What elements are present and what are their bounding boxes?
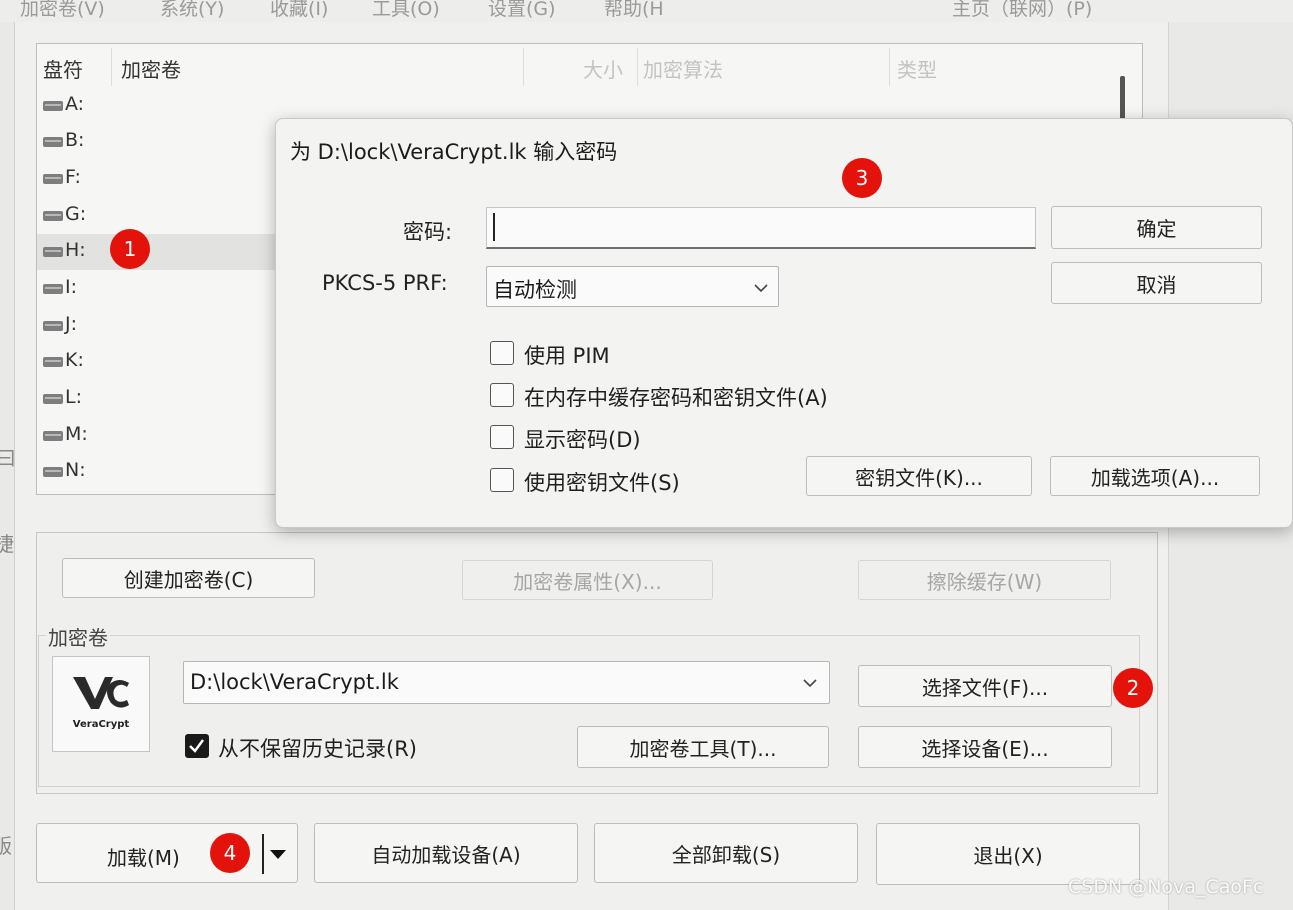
drive-icon [43, 247, 63, 257]
drive-letter: F: [65, 166, 81, 188]
split-button-divider [262, 834, 264, 874]
drive-letter: K: [65, 349, 84, 371]
volume-path-combobox[interactable]: D:\lock\VeraCrypt.lk [183, 661, 830, 704]
drive-letter: L: [65, 386, 82, 408]
scrollbar-thumb[interactable] [1120, 76, 1125, 120]
dialog-title: 为 D:\lock\VeraCrypt.lk 输入密码 [290, 140, 618, 164]
keyfiles-button[interactable]: 密钥文件(K)... [806, 456, 1032, 496]
drive-icon [43, 101, 63, 111]
password-label: 密码: [403, 220, 453, 244]
mount-button-label: 加载(M) [107, 846, 180, 870]
drive-letter: N: [65, 459, 86, 481]
step-badge: 1 [110, 229, 150, 269]
step-badge: 3 [842, 158, 882, 198]
step-badge: 2 [1113, 668, 1153, 708]
menu-settings[interactable]: 设置(G) [488, 0, 556, 21]
column-header-size[interactable]: 大小 [583, 54, 623, 83]
chevron-down-icon[interactable] [802, 678, 818, 688]
volume-path-value: D:\lock\VeraCrypt.lk [190, 670, 399, 694]
drive-icon [43, 284, 63, 294]
veracrypt-logo-icon [73, 677, 129, 709]
veracrypt-logo: VeraCrypt [52, 656, 150, 752]
drive-icon [43, 321, 63, 331]
use-pim-label[interactable]: 使用 PIM [524, 340, 610, 370]
create-volume-button[interactable]: 创建加密卷(C) [62, 558, 315, 598]
dismount-all-button[interactable]: 全部卸载(S) [594, 823, 858, 883]
wipe-cache-button[interactable]: 擦除缓存(W) [858, 560, 1111, 600]
menu-system[interactable]: 系统(Y) [160, 0, 224, 21]
column-header-volume[interactable]: 加密卷 [121, 54, 181, 83]
never-save-history-checkbox[interactable] [185, 734, 209, 758]
drive-letter: M: [65, 423, 88, 445]
mount-options-button[interactable]: 加载选项(A)... [1050, 456, 1260, 496]
dropdown-arrow-icon[interactable] [270, 850, 286, 859]
use-pim-checkbox[interactable] [490, 341, 514, 365]
drive-icon [43, 211, 63, 221]
drive-icon [43, 394, 63, 404]
auto-mount-devices-button[interactable]: 自动加载设备(A) [314, 823, 578, 883]
check-icon [189, 739, 205, 753]
column-separator [637, 48, 638, 86]
ok-button[interactable]: 确定 [1051, 206, 1262, 249]
watermark: CSDN @Nova_CaoFc [1068, 876, 1264, 898]
show-password-checkbox[interactable] [490, 425, 514, 449]
cancel-button[interactable]: 取消 [1051, 262, 1262, 304]
password-input[interactable] [486, 207, 1036, 249]
never-save-history-label[interactable]: 从不保留历史记录(R) [218, 733, 417, 763]
column-separator [111, 48, 112, 86]
volume-group-title: 加密卷 [46, 622, 110, 651]
menu-volumes[interactable]: 加密卷(V) [20, 0, 105, 21]
drive-icon [43, 357, 63, 367]
chevron-down-icon[interactable] [753, 283, 769, 293]
drive-icon [43, 467, 63, 477]
prf-select[interactable]: 自动检测 [486, 266, 779, 307]
menu-help[interactable]: 帮助(H [604, 0, 664, 21]
drive-letter: H: [65, 239, 86, 261]
mount-button[interactable]: 加载(M) [36, 823, 298, 883]
show-password-label[interactable]: 显示密码(D) [524, 424, 641, 454]
drive-icon [43, 174, 63, 184]
veracrypt-logo-text: VeraCrypt [72, 719, 130, 730]
edge-fragment: 捷 [0, 532, 14, 556]
menu-homepage[interactable]: 主页（联网）(P) [952, 0, 1092, 21]
select-device-button[interactable]: 选择设备(E)... [858, 726, 1112, 768]
menu-tools[interactable]: 工具(O) [372, 0, 440, 21]
cache-password-checkbox[interactable] [490, 383, 514, 407]
drive-icon [43, 431, 63, 441]
text-caret [493, 213, 495, 241]
drive-icon [43, 137, 63, 147]
volume-tools-button[interactable]: 加密卷工具(T)... [577, 726, 829, 768]
use-keyfiles-label[interactable]: 使用密钥文件(S) [524, 467, 680, 497]
column-header-algorithm[interactable]: 加密算法 [643, 54, 723, 83]
prf-value: 自动检测 [493, 278, 577, 302]
step-badge: 4 [210, 833, 250, 873]
menu-bar: 加密卷(V) 系统(Y) 收藏(I) 工具(O) 设置(G) 帮助(H 主页（联… [0, 0, 1293, 22]
drive-letter: J: [65, 313, 78, 335]
column-header-drive[interactable]: 盘符 [43, 54, 83, 83]
drive-letter: A: [65, 93, 85, 115]
drive-letter: I: [65, 276, 78, 298]
volume-properties-button[interactable]: 加密卷属性(X)... [462, 560, 713, 600]
column-separator [889, 48, 890, 86]
use-keyfiles-checkbox[interactable] [490, 468, 514, 492]
cache-password-label[interactable]: 在内存中缓存密码和密钥文件(A) [524, 382, 828, 412]
menu-favorites[interactable]: 收藏(I) [270, 0, 328, 21]
edge-fragment: 贩 [0, 834, 12, 858]
column-separator [523, 48, 524, 86]
prf-label: PKCS-5 PRF: [322, 271, 448, 295]
drive-letter: B: [65, 129, 85, 151]
select-file-button[interactable]: 选择文件(F)... [858, 665, 1112, 707]
drive-letter: G: [65, 203, 87, 225]
column-header-type[interactable]: 类型 [897, 54, 937, 83]
